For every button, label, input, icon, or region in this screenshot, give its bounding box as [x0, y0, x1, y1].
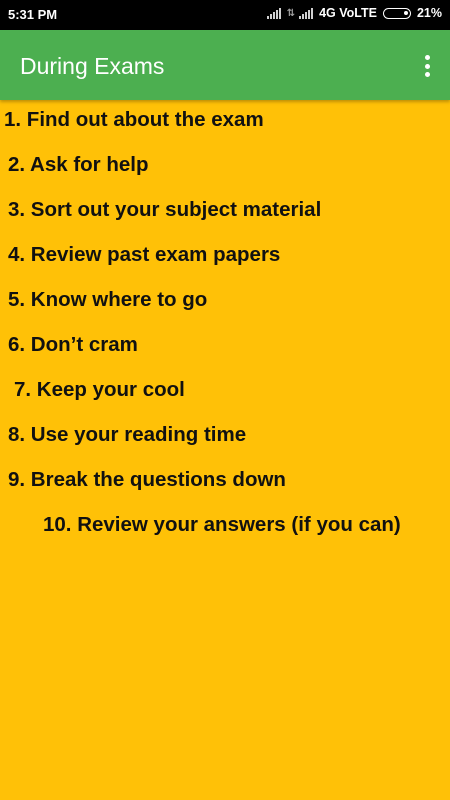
list-item: 5. Know where to go — [8, 288, 208, 311]
status-time: 5:31 PM — [8, 7, 58, 22]
battery-percent: 21% — [416, 6, 442, 20]
list-item: 8. Use your reading time — [8, 423, 247, 446]
page-title: During Exams — [20, 53, 165, 79]
list-item: 1. Find out about the exam — [4, 108, 264, 131]
list-item: 4. Review past exam papers — [8, 243, 281, 266]
signal-icon — [266, 7, 281, 19]
more-vert-icon[interactable] — [416, 54, 438, 78]
list-item: 2. Ask for help — [8, 153, 149, 176]
list-item: 6. Don’t cram — [8, 333, 138, 356]
list-item: 3. Sort out your subject material — [8, 198, 322, 221]
network-type: 4G VoLTE — [319, 6, 377, 20]
data-arrows-icon: ⇅ — [286, 7, 296, 19]
list-item: 10. Review your answers (if you can) — [43, 513, 401, 536]
signal-icon — [299, 7, 314, 19]
status-icons: ⇅ 4G VoLTE 21% — [266, 6, 442, 20]
battery-level — [403, 10, 408, 15]
list-item: 7. Keep your cool — [14, 378, 185, 401]
app-bar: During Exams — [0, 30, 450, 100]
list-item: 9. Break the questions down — [8, 468, 286, 491]
status-bar: 5:31 PM ⇅ 4G VoLTE 21% — [0, 0, 450, 30]
battery-icon — [382, 7, 411, 19]
